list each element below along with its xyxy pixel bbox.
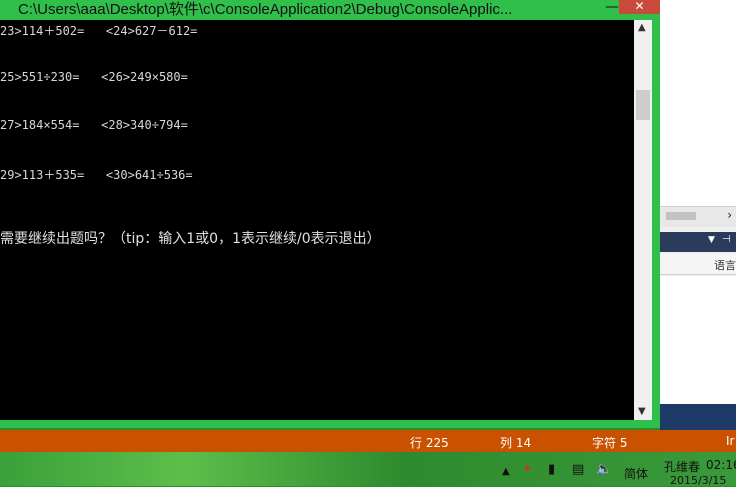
- scroll-right-icon[interactable]: ›: [727, 208, 732, 222]
- clock-time[interactable]: 02:16: [706, 458, 736, 472]
- clock-date[interactable]: 2015/3/15: [670, 474, 726, 487]
- scroll-down-icon[interactable]: ▼: [638, 406, 646, 417]
- status-row: 行 225: [410, 436, 449, 450]
- show-hidden-icons-icon[interactable]: ▲: [502, 466, 510, 477]
- close-button[interactable]: ✕: [619, 0, 660, 14]
- dropdown-icon[interactable]: ▼: [708, 235, 715, 245]
- console-output[interactable]: 23>114＋502= <24>627－612= 25>551÷230= <26…: [0, 20, 634, 420]
- battery-icon[interactable]: ▮: [548, 462, 555, 477]
- volume-icon[interactable]: 🔈: [596, 462, 612, 477]
- status-mode: Ir: [726, 434, 735, 448]
- status-column: 列 14: [500, 436, 532, 450]
- console-line: 23>114＋502= <24>627－612=: [0, 24, 198, 38]
- column-label-language: 语言: [714, 259, 736, 272]
- console-line: 29>113＋535= <30>641÷536=: [0, 168, 193, 182]
- window-title: C:\Users\aaa\Desktop\软件\c\ConsoleApplica…: [18, 1, 513, 18]
- user-name: 孔维春: [664, 460, 701, 474]
- vertical-scrollbar[interactable]: ▲ ▼: [634, 20, 652, 420]
- app-tray-icon[interactable]: ✦: [522, 462, 533, 477]
- network-icon[interactable]: ▤: [572, 462, 584, 477]
- console-prompt: 需要继续出题吗？（tip：输入1或0，1表示继续/0表示退出）: [0, 231, 381, 247]
- ime-indicator[interactable]: 简体: [624, 465, 648, 482]
- status-char: 字符 5: [592, 436, 628, 450]
- panel-header: ▼ ⊣: [660, 232, 736, 252]
- horizontal-scrollbar[interactable]: ›: [660, 206, 736, 227]
- pin-icon[interactable]: ⊣: [722, 234, 731, 245]
- scrollbar-thumb[interactable]: [666, 212, 696, 220]
- panel-column-header: 语言: [660, 254, 736, 275]
- console-line: 27>184×554= <28>340÷794=: [0, 118, 188, 132]
- title-bar[interactable]: C:\Users\aaa\Desktop\软件\c\ConsoleApplica…: [0, 0, 660, 20]
- ide-window-behind: › ▼ ⊣ 语言: [660, 0, 736, 430]
- panel-footer: [660, 404, 736, 430]
- console-line: 25>551÷230= <26>249×580=: [0, 70, 188, 84]
- scrollbar-thumb[interactable]: [636, 90, 650, 120]
- scroll-up-icon[interactable]: ▲: [638, 22, 646, 33]
- editor-area: [660, 0, 736, 206]
- panel-content: [660, 276, 736, 404]
- console-window: C:\Users\aaa\Desktop\软件\c\ConsoleApplica…: [0, 0, 660, 428]
- status-bar: 行 225 列 14 字符 5 Ir: [0, 430, 736, 452]
